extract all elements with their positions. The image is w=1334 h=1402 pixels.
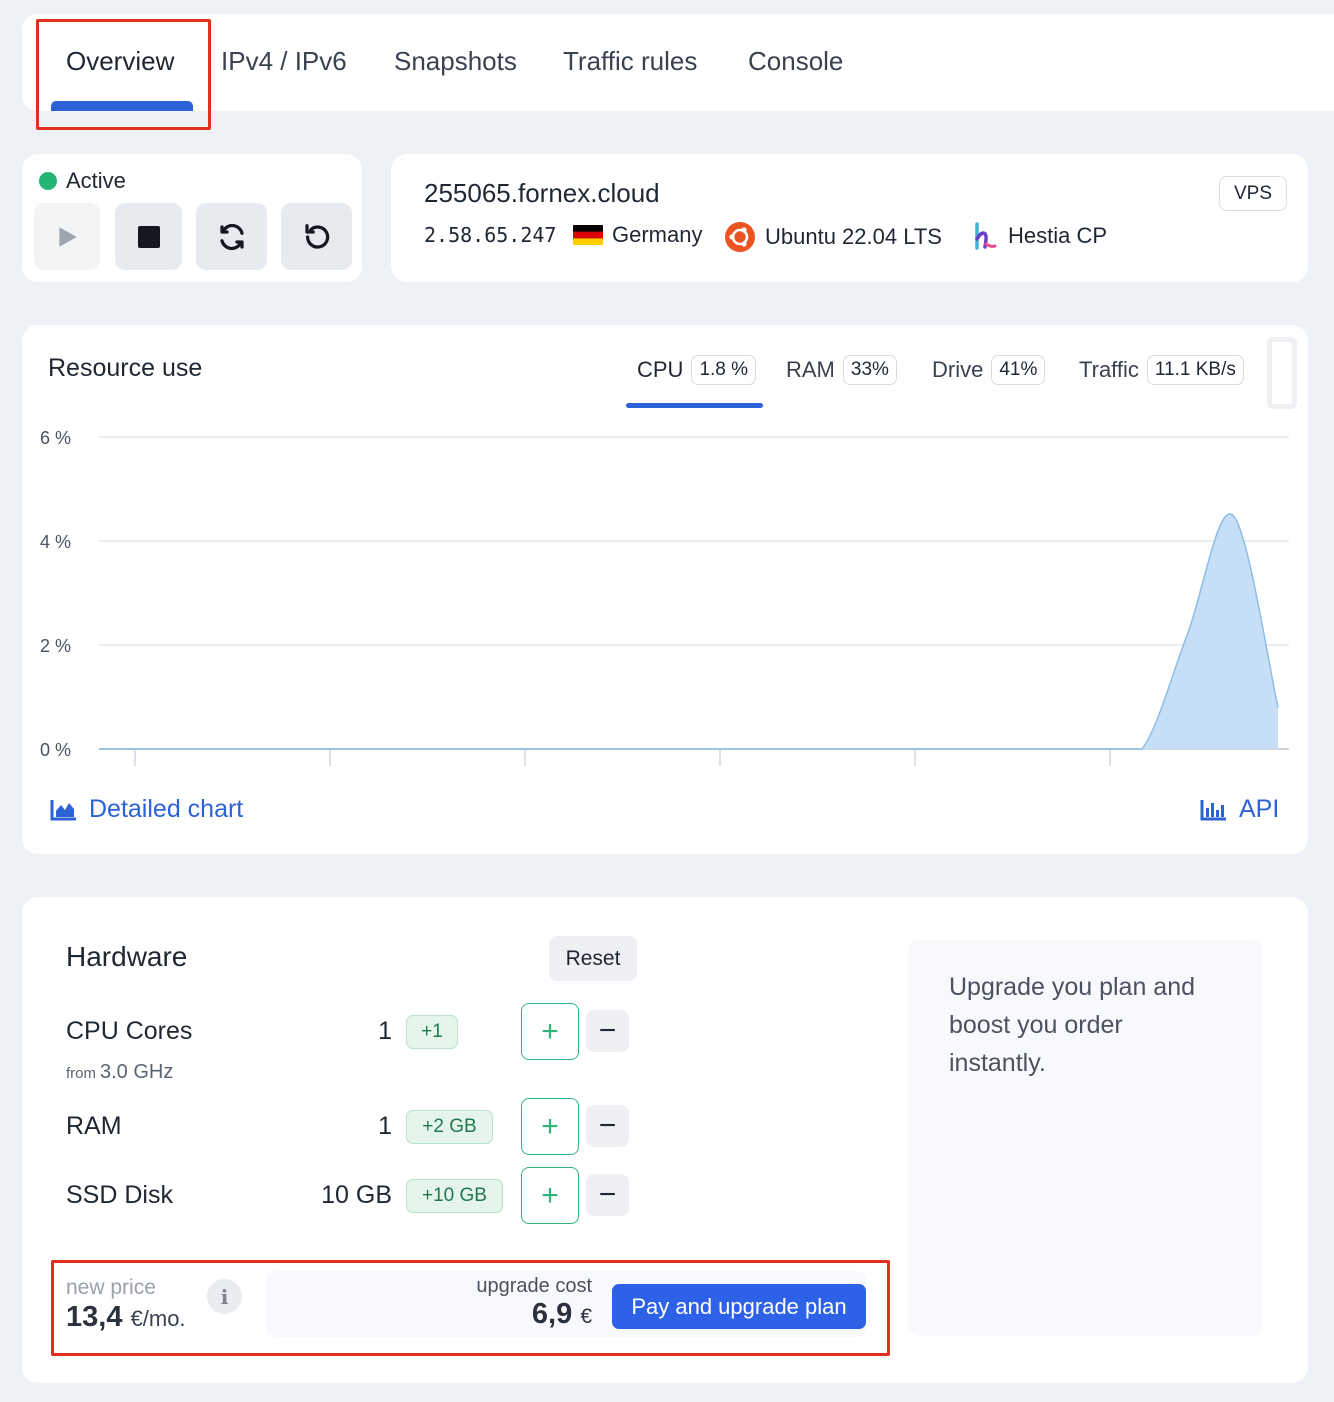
- cpu-frequency: from 3.0 GHz: [66, 1061, 173, 1084]
- tab-overview[interactable]: Overview: [66, 46, 174, 77]
- reset-button[interactable]: Reset: [549, 936, 637, 981]
- ssd-disk-label: SSD Disk: [66, 1181, 173, 1209]
- germany-flag-icon: [573, 225, 603, 245]
- api-label: API: [1239, 795, 1280, 823]
- cpu-cores-label: CPU Cores: [66, 1017, 193, 1045]
- new-price: 13,4 €/mo.: [66, 1301, 186, 1334]
- reinstall-button[interactable]: [281, 203, 352, 270]
- tab-console[interactable]: Console: [748, 46, 843, 77]
- y-tick-label: 6 %: [40, 428, 71, 448]
- server-country: Germany: [612, 222, 703, 247]
- server-panel-name: Hestia CP: [1008, 223, 1108, 248]
- hardware-panel: Hardware Reset CPU Cores from 3.0 GHz 1 +…: [22, 897, 1308, 1383]
- cpu-chart: 6 % 4 % 2 % 0 %: [40, 428, 1289, 766]
- upgrade-promo: Upgrade you plan and boost you order ins…: [908, 940, 1263, 1336]
- power-panel: Active: [22, 154, 362, 282]
- ram-decrease-button[interactable]: −: [586, 1105, 629, 1147]
- server-hostname: 255065.fornex.cloud: [424, 178, 660, 208]
- ubuntu-icon: [725, 222, 755, 252]
- server-location: Germany: [573, 222, 702, 248]
- ssd-disk-delta: +10 GB: [406, 1179, 503, 1213]
- cpu-line: [99, 513, 1279, 750]
- pay-and-upgrade-button[interactable]: Pay and upgrade plan: [612, 1284, 866, 1329]
- ram-label: RAM: [66, 1112, 122, 1140]
- start-button[interactable]: [34, 203, 100, 270]
- ssd-disk-increase-button[interactable]: +: [521, 1167, 579, 1224]
- upgrade-cost-value: 6,9: [531, 1298, 573, 1330]
- server-info-panel: 255065.fornex.cloud 2.58.65.247 Germany …: [391, 154, 1308, 282]
- undo-icon: [304, 223, 329, 249]
- server-type-badge: VPS: [1219, 176, 1287, 211]
- play-icon: [59, 226, 77, 247]
- new-price-value: 13,4: [66, 1301, 123, 1333]
- stop-button[interactable]: [115, 203, 182, 270]
- cpu-area: [99, 513, 1278, 749]
- area-chart-icon: [50, 799, 76, 820]
- y-tick-label: 2 %: [40, 636, 71, 656]
- upgrade-cost-unit: €: [580, 1305, 592, 1328]
- tab-traffic-rules[interactable]: Traffic rules: [563, 46, 697, 77]
- resource-panel: Resource use CPU 1.8 % RAM 33% Drive 41% Tr…: [22, 325, 1308, 854]
- ram-increase-button[interactable]: +: [521, 1098, 579, 1155]
- ram-value: 1: [378, 1112, 392, 1140]
- upgrade-cost: 6,9 €: [442, 1298, 592, 1331]
- status-indicator: [39, 172, 57, 190]
- detailed-chart-label: Detailed chart: [89, 795, 244, 823]
- hardware-title: Hardware: [66, 941, 188, 972]
- cpu-cores-value: 1: [378, 1017, 392, 1045]
- hestia-icon: [975, 222, 997, 250]
- info-icon[interactable]: i: [207, 1279, 242, 1314]
- cpu-cores-increase-button[interactable]: +: [521, 1003, 579, 1060]
- tab-bar: Overview IPv4 / IPv6 Snapshots Traffic r…: [22, 14, 1334, 111]
- api-link[interactable]: API: [1200, 795, 1279, 824]
- cpu-frequency-value: 3.0 GHz: [100, 1061, 174, 1083]
- server-os: Ubuntu 22.04 LTS: [725, 222, 942, 252]
- cpu-cores-decrease-button[interactable]: −: [586, 1010, 629, 1052]
- stop-icon: [137, 225, 160, 248]
- tab-snapshots[interactable]: Snapshots: [394, 46, 517, 77]
- y-tick-label: 4 %: [40, 532, 71, 552]
- upgrade-promo-text: Upgrade you plan and boost you order ins…: [949, 973, 1196, 1077]
- ssd-disk-decrease-button[interactable]: −: [586, 1174, 629, 1216]
- status-label: Active: [66, 168, 126, 193]
- new-price-unit: €/mo.: [130, 1306, 186, 1331]
- upgrade-cost-label: upgrade cost: [476, 1275, 592, 1297]
- restart-button[interactable]: [196, 203, 267, 270]
- restart-icon: [219, 223, 244, 250]
- detailed-chart-link[interactable]: Detailed chart: [50, 795, 243, 824]
- server-panel: Hestia CP: [972, 222, 1107, 250]
- bar-chart-icon: [1200, 799, 1226, 820]
- y-tick-label: 0 %: [40, 740, 71, 760]
- cpu-cores-delta: +1: [406, 1015, 458, 1049]
- active-tab-indicator: [51, 101, 193, 111]
- tab-ipv4-ipv6[interactable]: IPv4 / IPv6: [221, 46, 347, 77]
- server-os-name: Ubuntu 22.04 LTS: [765, 224, 942, 249]
- server-ip[interactable]: 2.58.65.247: [424, 223, 556, 247]
- ssd-disk-value: 10 GB: [321, 1181, 392, 1209]
- cpu-frequency-prefix: from: [66, 1065, 96, 1082]
- new-price-label: new price: [66, 1276, 156, 1299]
- ram-delta: +2 GB: [406, 1110, 493, 1144]
